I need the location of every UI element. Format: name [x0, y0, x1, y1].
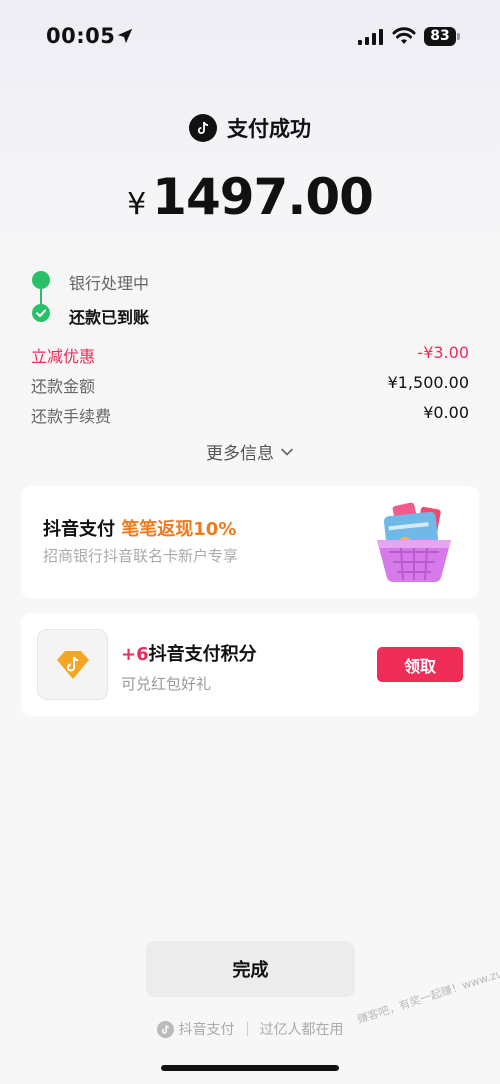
footer-slogan: 过亿人都在用 [259, 1022, 344, 1038]
douyin-logo-icon [156, 1020, 174, 1038]
page-title: 支付成功 [227, 117, 311, 141]
claim-button[interactable]: 领取 [377, 647, 463, 682]
cashback-promo-card[interactable]: 抖音支付 笔笔返现10% 招商银行抖音联名卡新户专享 [21, 486, 479, 598]
points-amount: +6 [121, 644, 149, 665]
timeline-step-completed: 还款已到账 [69, 308, 150, 327]
promo-title-prefix: 抖音支付 [43, 519, 115, 540]
payment-amount: ¥ 1497.00 [0, 168, 500, 226]
check-circle-icon [32, 304, 50, 322]
page-title-row: 支付成功 [0, 113, 500, 143]
site-watermark: 赚客吧，有奖一起赚！www.zuanke8.com [355, 948, 500, 1027]
battery-cap [457, 33, 460, 40]
timeline-dot-icon [32, 271, 50, 289]
promo-title: 抖音支付 笔笔返现10% [43, 515, 236, 541]
status-time: 00:05 [46, 24, 116, 48]
detail-value: ¥1,500.00 [387, 373, 469, 392]
gift-basket-icon [377, 502, 451, 582]
detail-row-fee: 还款手续费 ¥0.00 [31, 403, 469, 427]
amount-value: 1497.00 [152, 168, 374, 226]
footer-brand: 抖音支付 [178, 1022, 235, 1038]
footer-branding: 抖音支付 过亿人都在用 [0, 1019, 500, 1039]
detail-value: ¥0.00 [423, 403, 469, 422]
douyin-logo-icon [189, 114, 217, 142]
detail-label: 还款金额 [31, 377, 96, 396]
points-subtitle: 可兑红包好礼 [121, 675, 212, 693]
detail-row-discount: 立减优惠 -¥3.00 [31, 343, 469, 367]
timeline-step-processing: 银行处理中 [69, 274, 150, 293]
currency-symbol: ¥ [127, 187, 147, 222]
battery-indicator: 83 [424, 27, 456, 46]
detail-label: 还款手续费 [31, 407, 112, 426]
home-indicator[interactable] [161, 1065, 339, 1071]
footer-divider [246, 1022, 248, 1036]
promo-subtitle: 招商银行抖音联名卡新户专享 [43, 547, 239, 565]
cellular-signal-icon [358, 29, 383, 45]
detail-value: -¥3.00 [417, 343, 469, 362]
points-title: +6抖音支付积分 [121, 640, 257, 666]
wifi-icon [392, 27, 416, 44]
points-title-text: 抖音支付积分 [148, 644, 257, 665]
more-info-label: 更多信息 [206, 444, 274, 464]
chevron-down-icon [281, 448, 293, 456]
location-arrow-icon [117, 28, 133, 44]
promo-title-accent: 笔笔返现10% [121, 519, 237, 540]
points-reward-card: +6抖音支付积分 可兑红包好礼 领取 [21, 613, 479, 716]
points-logo [37, 629, 108, 700]
done-button[interactable]: 完成 [146, 941, 355, 997]
more-info-button[interactable]: 更多信息 [0, 439, 500, 464]
status-bar: 00:05 83 [0, 0, 500, 76]
detail-label: 立减优惠 [31, 347, 96, 366]
detail-row-repay-amount: 还款金额 ¥1,500.00 [31, 373, 469, 397]
douyin-points-badge-icon [56, 650, 89, 679]
